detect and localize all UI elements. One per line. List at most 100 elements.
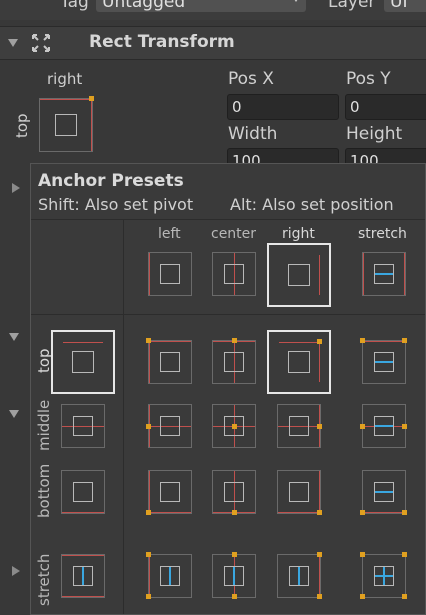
row-label-bottom: bottom xyxy=(35,463,53,518)
anchor-dot xyxy=(360,594,365,599)
preset-rect xyxy=(289,482,309,502)
preset-stretch-center[interactable] xyxy=(212,552,256,599)
pos-y-label: Pos Y xyxy=(346,69,391,89)
divider xyxy=(31,314,425,315)
foldout-arrow-icon[interactable] xyxy=(9,410,19,418)
anchor-dot xyxy=(317,594,322,599)
col-label-stretch: stretch xyxy=(358,226,407,242)
anchor-presets-popup: Anchor Presets Shift: Also set pivot Alt… xyxy=(30,163,426,615)
anchor-dot xyxy=(317,510,322,515)
anchor-dot xyxy=(146,338,151,343)
layer-dropdown[interactable]: UI xyxy=(384,0,426,12)
anchor-line xyxy=(363,341,405,342)
width-label: Width xyxy=(228,124,278,144)
preset-stretch-left[interactable] xyxy=(146,552,192,599)
preset-top-right-selected[interactable] xyxy=(267,330,331,394)
anchor-dot xyxy=(360,338,365,343)
preset-top-center[interactable] xyxy=(212,338,256,384)
preset-rect xyxy=(224,482,244,502)
anchor-dot xyxy=(89,96,94,101)
anchor-line xyxy=(363,253,364,295)
pos-y-field[interactable]: 0 xyxy=(345,94,426,120)
layer-value: UI xyxy=(390,0,408,12)
anchor-dot xyxy=(317,552,322,557)
preset-bottom-right[interactable] xyxy=(277,470,322,515)
preset-stretch-right[interactable] xyxy=(277,552,322,599)
preset-v-stretch[interactable] xyxy=(61,554,105,598)
anchor-line xyxy=(319,342,320,382)
anchor-dot xyxy=(146,510,151,515)
preset-center[interactable] xyxy=(212,252,256,296)
stretch-arrow-icon xyxy=(375,273,393,275)
anchor-dot xyxy=(146,552,151,557)
rect-transform-icon xyxy=(32,34,50,52)
preset-top-stretch[interactable] xyxy=(360,338,407,384)
preset-middle[interactable] xyxy=(61,404,105,448)
row-label-stretch: stretch xyxy=(35,553,53,606)
col-label-center: center xyxy=(211,226,257,242)
preset-middle-right[interactable] xyxy=(277,404,322,448)
preset-middle-left[interactable] xyxy=(146,404,192,448)
preset-rect xyxy=(289,416,309,436)
preset-rect xyxy=(288,264,310,286)
anchor-line xyxy=(149,512,191,513)
stretch-arrow-icon xyxy=(375,491,393,493)
preset-rect xyxy=(73,482,93,502)
tag-row: Tag Untagged Layer UI xyxy=(0,0,426,20)
anchor-dot xyxy=(232,510,237,515)
preset-right-selected[interactable] xyxy=(267,243,331,307)
divider xyxy=(31,219,425,220)
stretch-arrow-icon xyxy=(298,567,300,585)
anchor-dot xyxy=(402,424,407,429)
stretch-arrow-icon xyxy=(375,361,393,363)
layer-label: Layer xyxy=(328,0,376,12)
chevron-down-icon xyxy=(292,0,300,2)
preset-rect xyxy=(160,416,180,436)
preset-bottom-stretch[interactable] xyxy=(360,470,407,515)
preset-top-left[interactable] xyxy=(146,338,192,384)
col-label-right: right xyxy=(282,226,315,242)
pos-x-label: Pos X xyxy=(228,69,274,89)
preset-top-selected[interactable] xyxy=(51,330,115,394)
row-label-middle: middle xyxy=(35,399,53,451)
anchor-dot xyxy=(146,424,151,429)
preset-h-stretch[interactable] xyxy=(362,252,406,296)
anchor-line xyxy=(62,596,104,597)
foldout-arrow-icon[interactable] xyxy=(8,39,18,47)
stretch-arrow-icon xyxy=(233,567,235,585)
tag-label: Tag xyxy=(60,0,89,12)
foldout-arrow-icon[interactable] xyxy=(12,566,20,576)
foldout-arrow-icon[interactable] xyxy=(9,333,19,341)
preset-bottom[interactable] xyxy=(61,470,105,514)
component-header[interactable]: Rect Transform xyxy=(0,26,426,60)
anchor-line xyxy=(319,555,320,597)
anchor-dot xyxy=(402,510,407,515)
stretch-arrow-icon xyxy=(375,575,393,577)
foldout-arrow-icon[interactable] xyxy=(12,183,20,193)
preset-middle-center[interactable] xyxy=(212,404,256,448)
anchor-dot xyxy=(232,594,237,599)
preset-bottom-left[interactable] xyxy=(146,470,192,515)
anchor-line xyxy=(149,253,150,295)
preset-left[interactable] xyxy=(148,252,192,296)
anchor-line-right xyxy=(91,99,92,151)
anchor-line-top xyxy=(40,99,92,100)
anchor-dot xyxy=(146,594,151,599)
anchor-line xyxy=(62,512,104,513)
preset-stretch-both[interactable] xyxy=(360,552,407,599)
preset-middle-stretch[interactable] xyxy=(360,404,407,448)
anchor-dot xyxy=(360,424,365,429)
preset-rect xyxy=(288,351,310,373)
preset-bottom-center[interactable] xyxy=(212,470,256,515)
preset-rect xyxy=(160,352,180,372)
popup-title: Anchor Presets xyxy=(38,171,184,191)
tag-dropdown[interactable]: Untagged xyxy=(96,0,306,12)
anchor-dot xyxy=(317,339,322,344)
anchor-line xyxy=(63,342,103,343)
anchor-dot xyxy=(360,552,365,557)
anchor-h-label: right xyxy=(47,70,83,88)
height-label: Height xyxy=(346,124,403,144)
anchor-dot xyxy=(232,338,237,343)
pos-x-field[interactable]: 0 xyxy=(227,94,339,120)
anchor-preset-button[interactable] xyxy=(39,96,94,152)
